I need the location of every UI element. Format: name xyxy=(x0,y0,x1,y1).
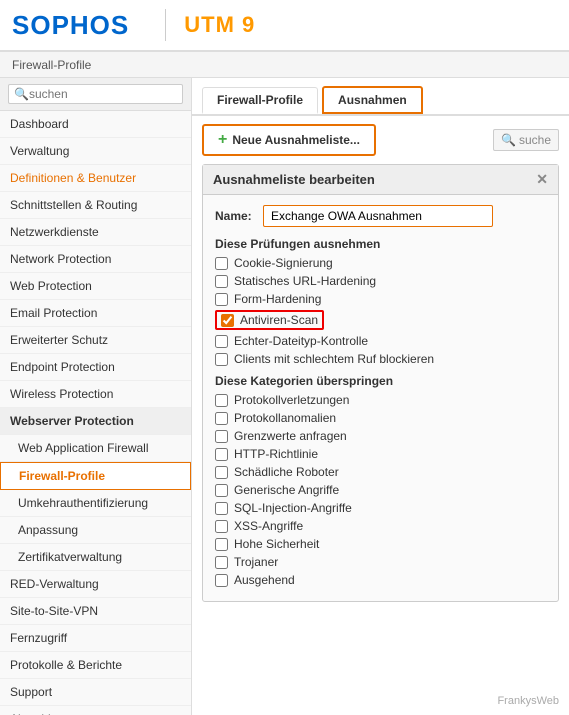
main-layout: 🔍 Dashboard Verwaltung Definitionen & Be… xyxy=(0,78,569,715)
edit-box-title: Ausnahmeliste bearbeiten xyxy=(213,172,375,187)
edit-box-header: Ausnahmeliste bearbeiten ✕ xyxy=(203,165,558,195)
sidebar-item-abmelden[interactable]: Abmelden xyxy=(0,706,191,715)
logo-utm: UTM 9 xyxy=(184,12,255,38)
sidebar-item-protokolle[interactable]: Protokolle & Berichte xyxy=(0,652,191,679)
check-protokollanomalien-input[interactable] xyxy=(215,412,228,425)
check-grenzwerte: Grenzwerte anfragen xyxy=(215,429,546,443)
sidebar-item-fernzugriff[interactable]: Fernzugriff xyxy=(0,625,191,652)
header: SOPHOS UTM 9 xyxy=(0,0,569,52)
sidebar-item-verwaltung[interactable]: Verwaltung xyxy=(0,138,191,165)
check-ausgehend: Ausgehend xyxy=(215,573,546,587)
action-bar: + Neue Ausnahmeliste... 🔍 suche xyxy=(192,116,569,164)
sidebar-item-waf[interactable]: Web Application Firewall xyxy=(0,435,191,462)
check-protokollanomalien: Protokollanomalien xyxy=(215,411,546,425)
sidebar-item-red-verwaltung[interactable]: RED-Verwaltung xyxy=(0,571,191,598)
new-ausnahmeliste-button[interactable]: + Neue Ausnahmeliste... xyxy=(202,124,376,156)
sidebar-item-endpoint-protection[interactable]: Endpoint Protection xyxy=(0,354,191,381)
check-trojaner: Trojaner xyxy=(215,555,546,569)
check-form-hardening-input[interactable] xyxy=(215,293,228,306)
close-icon[interactable]: ✕ xyxy=(536,171,548,188)
logo-sophos: SOPHOS xyxy=(12,10,129,41)
tab-firewall-profile[interactable]: Firewall-Profile xyxy=(202,87,318,114)
check-hohe-sicherheit-input[interactable] xyxy=(215,538,228,551)
check-trojaner-input[interactable] xyxy=(215,556,228,569)
sidebar-item-definitionen[interactable]: Definitionen & Benutzer xyxy=(0,165,191,192)
check-sql-injection: SQL-Injection-Angriffe xyxy=(215,501,546,515)
check-http-richtlinie: HTTP-Richtlinie xyxy=(215,447,546,461)
check-antiviren-scan: Antiviren-Scan xyxy=(215,310,546,330)
check-echter-dateityp: Echter-Dateityp-Kontrolle xyxy=(215,334,546,348)
name-input[interactable] xyxy=(263,205,493,227)
check-hohe-sicherheit: Hohe Sicherheit xyxy=(215,537,546,551)
check-clients-schlechtem-ruf-input[interactable] xyxy=(215,353,228,366)
header-divider xyxy=(165,9,166,41)
tabs-bar: Firewall-Profile Ausnahmen xyxy=(192,78,569,116)
sidebar-item-netzwerkdienste[interactable]: Netzwerkdienste xyxy=(0,219,191,246)
check-protokollverletzungen: Protokollverletzungen xyxy=(215,393,546,407)
sidebar-item-firewall-profile[interactable]: Firewall-Profile xyxy=(0,462,191,490)
sidebar-item-webserver-protection: Webserver Protection xyxy=(0,408,191,435)
check-cookie-signierung: Cookie-Signierung xyxy=(215,256,546,270)
check-xss-angriffe-input[interactable] xyxy=(215,520,228,533)
sidebar-item-network-protection[interactable]: Network Protection xyxy=(0,246,191,273)
check-statisches-url-input[interactable] xyxy=(215,275,228,288)
sidebar-item-umkehrauthentifizierung[interactable]: Umkehrauthentifizierung xyxy=(0,490,191,517)
edit-box-body: Name: Diese Prüfungen ausnehmen Cookie-S… xyxy=(203,195,558,601)
check-statisches-url: Statisches URL-Hardening xyxy=(215,274,546,288)
check-cookie-signierung-input[interactable] xyxy=(215,257,228,270)
name-row: Name: xyxy=(215,205,546,227)
sidebar-search-input[interactable] xyxy=(29,87,149,101)
content-area: Firewall-Profile Ausnahmen + Neue Ausnah… xyxy=(192,78,569,715)
plus-icon: + xyxy=(218,131,227,149)
check-clients-schlechtem-ruf: Clients mit schlechtem Ruf blockieren xyxy=(215,352,546,366)
breadcrumb: Firewall-Profile xyxy=(0,52,569,78)
check-antiviren-scan-input[interactable] xyxy=(221,314,234,327)
watermark: FrankysWeb xyxy=(497,695,559,707)
sidebar-item-wireless-protection[interactable]: Wireless Protection xyxy=(0,381,191,408)
section2-title: Diese Kategorien überspringen xyxy=(215,374,546,388)
check-xss-angriffe: XSS-Angriffe xyxy=(215,519,546,533)
search-mini-icon: 🔍 xyxy=(501,133,516,147)
sidebar-search-icon: 🔍 xyxy=(14,87,29,101)
sidebar-item-erweiterter-schutz[interactable]: Erweiterter Schutz xyxy=(0,327,191,354)
check-http-richtlinie-input[interactable] xyxy=(215,448,228,461)
name-label: Name: xyxy=(215,209,255,223)
sidebar-item-email-protection[interactable]: Email Protection xyxy=(0,300,191,327)
check-generische-angriffe-input[interactable] xyxy=(215,484,228,497)
check-generische-angriffe: Generische Angriffe xyxy=(215,483,546,497)
tab-ausnahmen[interactable]: Ausnahmen xyxy=(322,86,423,114)
check-grenzwerte-input[interactable] xyxy=(215,430,228,443)
sidebar-item-site-to-site-vpn[interactable]: Site-to-Site-VPN xyxy=(0,598,191,625)
check-ausgehend-input[interactable] xyxy=(215,574,228,587)
check-sql-injection-input[interactable] xyxy=(215,502,228,515)
check-schaedliche-roboter-input[interactable] xyxy=(215,466,228,479)
check-form-hardening: Form-Hardening xyxy=(215,292,546,306)
check-schaedliche-roboter: Schädliche Roboter xyxy=(215,465,546,479)
sidebar-search-container: 🔍 xyxy=(0,78,191,111)
sidebar-item-support[interactable]: Support xyxy=(0,679,191,706)
edit-box: Ausnahmeliste bearbeiten ✕ Name: Diese P… xyxy=(202,164,559,602)
sidebar-item-schnittstellen[interactable]: Schnittstellen & Routing xyxy=(0,192,191,219)
check-echter-dateityp-input[interactable] xyxy=(215,335,228,348)
sidebar-item-dashboard[interactable]: Dashboard xyxy=(0,111,191,138)
sidebar: 🔍 Dashboard Verwaltung Definitionen & Be… xyxy=(0,78,192,715)
content-search-mini: 🔍 suche xyxy=(493,129,559,151)
sidebar-item-web-protection[interactable]: Web Protection xyxy=(0,273,191,300)
check-protokollverletzungen-input[interactable] xyxy=(215,394,228,407)
sidebar-item-anpassung[interactable]: Anpassung xyxy=(0,517,191,544)
sidebar-item-zertifikatverwaltung[interactable]: Zertifikatverwaltung xyxy=(0,544,191,571)
section1-title: Diese Prüfungen ausnehmen xyxy=(215,237,546,251)
